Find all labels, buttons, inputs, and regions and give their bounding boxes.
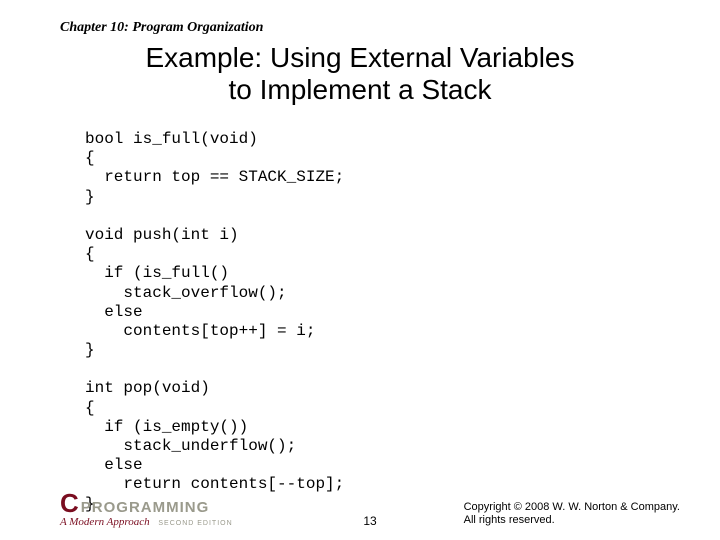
title-line-2: to Implement a Stack [228,74,491,105]
slide: Chapter 10: Program Organization Example… [0,0,720,540]
logo-subtitle: A Modern Approach SECOND EDITION [60,517,233,528]
page-number: 13 [363,514,376,528]
code-block: bool is_full(void) { return top == STACK… [85,130,344,514]
title-line-1: Example: Using External Variables [145,42,574,73]
book-logo: C PROGRAMMING A Modern Approach SECOND E… [60,490,233,528]
logo-word-programming: PROGRAMMING [81,500,210,515]
logo-letter-c: C [60,490,79,516]
copyright-line-2: All rights reserved. [464,514,555,526]
footer: C PROGRAMMING A Modern Approach SECOND E… [60,492,680,528]
copyright: Copyright © 2008 W. W. Norton & Company.… [464,501,680,529]
logo-edition: SECOND EDITION [158,520,232,527]
logo-top-row: C PROGRAMMING [60,490,233,516]
logo-subtitle-text: A Modern Approach [60,516,150,528]
chapter-label: Chapter 10: Program Organization [60,20,263,36]
slide-title: Example: Using External Variables to Imp… [0,42,720,106]
copyright-line-1: Copyright © 2008 W. W. Norton & Company. [464,501,680,513]
